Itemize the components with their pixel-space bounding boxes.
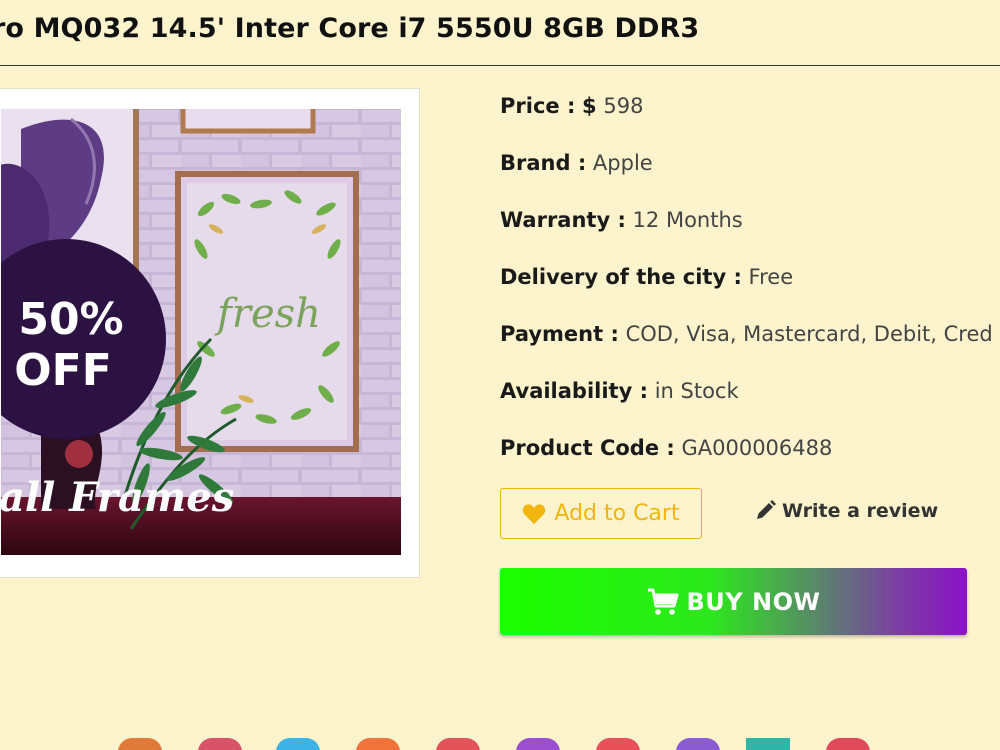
detail-delivery: Delivery of the city : Free — [500, 262, 993, 319]
product-title: ro MQ032 14.5' Inter Core i7 5550U 8GB D… — [0, 13, 700, 44]
banner-caption-text: all Frames — [1, 474, 234, 521]
strip-app-icon[interactable] — [436, 738, 480, 750]
strip-app-icon[interactable] — [356, 738, 400, 750]
strip-app-icon[interactable] — [276, 738, 320, 750]
detail-value: Apple — [592, 151, 653, 175]
strip-app-icon[interactable] — [596, 738, 640, 750]
promo-percent-text: 50% — [18, 294, 123, 345]
strip-app-icon[interactable] — [198, 738, 242, 750]
product-image-art: fresh 50% OFF all Frames — [1, 109, 401, 555]
heart-icon — [523, 503, 546, 524]
detail-label: Warranty : — [500, 208, 626, 232]
strip-app-icon[interactable] — [746, 738, 790, 750]
buy-now-label: BUY NOW — [686, 587, 821, 616]
detail-label: Product Code : — [500, 436, 675, 460]
dollar-icon: $ — [582, 94, 597, 118]
pencil-icon — [757, 500, 776, 519]
strip-app-icon[interactable] — [516, 738, 560, 750]
detail-label: Payment : — [500, 322, 619, 346]
detail-value: GA000006488 — [681, 436, 833, 460]
detail-value: COD, Visa, Mastercard, Debit, Cred — [625, 322, 993, 346]
detail-payment: Payment : COD, Visa, Mastercard, Debit, … — [500, 319, 993, 376]
product-details: Price : $ 598 Brand : Apple Warranty : 1… — [500, 91, 993, 490]
detail-value: 598 — [603, 94, 644, 118]
product-image-card[interactable]: fresh 50% OFF all Frames — [0, 88, 420, 578]
bottom-icon-strip — [110, 730, 1000, 750]
detail-brand: Brand : Apple — [500, 148, 993, 205]
strip-app-icon[interactable] — [118, 738, 162, 750]
product-title-bar: ro MQ032 14.5' Inter Core i7 5550U 8GB D… — [0, 0, 1000, 66]
product-image[interactable]: fresh 50% OFF all Frames — [1, 109, 401, 555]
promo-off-text: OFF — [14, 345, 112, 396]
buy-now-button[interactable]: BUY NOW — [500, 568, 967, 635]
write-review-label: Write a review — [782, 500, 939, 522]
strip-app-icon[interactable] — [826, 738, 870, 750]
fresh-script-text: fresh — [214, 291, 321, 337]
detail-price: Price : $ 598 — [500, 91, 993, 148]
write-review-link[interactable]: Write a review — [754, 500, 938, 522]
detail-value: Free — [748, 265, 794, 289]
detail-product-code: Product Code : GA000006488 — [500, 433, 993, 490]
add-to-cart-label: Add to Cart — [554, 501, 680, 526]
detail-value: in Stock — [654, 379, 739, 403]
detail-warranty: Warranty : 12 Months — [500, 205, 993, 262]
detail-label: Price : — [500, 94, 576, 118]
shopping-cart-icon — [647, 588, 678, 615]
detail-label: Brand : — [500, 151, 587, 175]
detail-label: Delivery of the city : — [500, 265, 742, 289]
add-to-cart-button[interactable]: Add to Cart — [500, 488, 702, 539]
detail-availability: Availability : in Stock — [500, 376, 993, 433]
detail-label: Availability : — [500, 379, 648, 403]
strip-app-icon[interactable] — [676, 738, 720, 750]
detail-value: 12 Months — [632, 208, 743, 232]
